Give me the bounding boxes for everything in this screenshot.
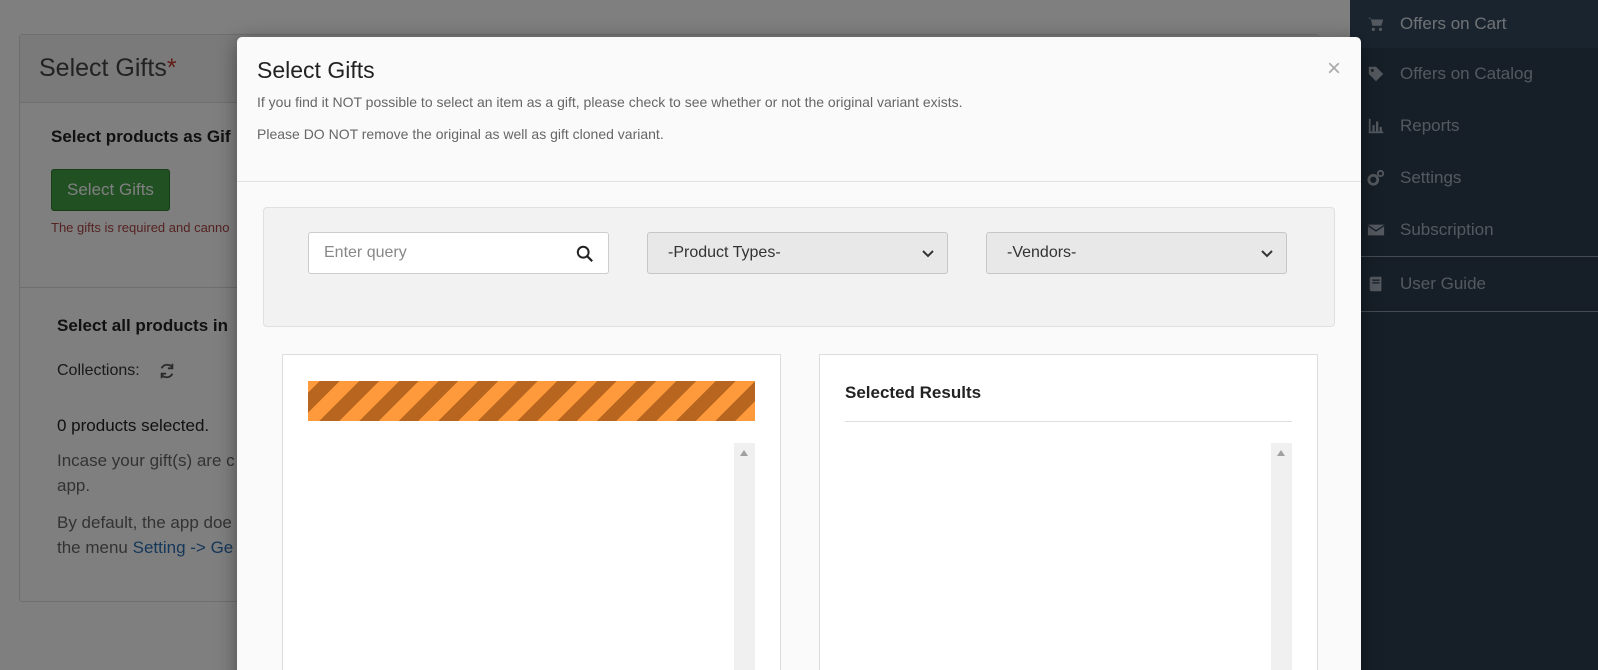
close-icon[interactable]: ×: [1327, 57, 1341, 81]
divider: [845, 421, 1292, 422]
search-box: [308, 232, 609, 274]
product-types-value: -Product Types-: [668, 244, 781, 261]
vendors-select[interactable]: -Vendors-: [986, 232, 1287, 274]
select-gifts-modal: Select Gifts If you find it NOT possible…: [237, 37, 1361, 670]
chevron-down-icon: [922, 250, 934, 258]
selected-results-list[interactable]: [845, 443, 1292, 670]
scroll-up-arrow-icon[interactable]: [740, 450, 748, 456]
modal-note-do-not-remove: Please DO NOT remove the original as wel…: [257, 126, 664, 142]
selected-results-panel: Selected Results: [819, 354, 1318, 670]
loading-progress-bar: [308, 381, 755, 421]
scrollbar[interactable]: [1271, 443, 1292, 670]
product-types-select[interactable]: -Product Types-: [647, 232, 948, 274]
chevron-down-icon: [1261, 250, 1273, 258]
search-results-panel: [282, 354, 781, 670]
modal-title: Select Gifts: [257, 57, 375, 83]
search-results-list[interactable]: [308, 443, 755, 670]
vendors-value: -Vendors-: [1007, 244, 1077, 261]
modal-note-original-variant: If you find it NOT possible to select an…: [257, 94, 963, 110]
filter-bar: -Product Types- -Vendors-: [263, 207, 1335, 327]
search-icon[interactable]: [576, 245, 594, 263]
scroll-up-arrow-icon[interactable]: [1277, 450, 1285, 456]
selected-results-title: Selected Results: [845, 383, 982, 402]
scrollbar[interactable]: [734, 443, 755, 670]
modal-header: Select Gifts If you find it NOT possible…: [237, 37, 1361, 182]
search-input[interactable]: [309, 244, 559, 262]
